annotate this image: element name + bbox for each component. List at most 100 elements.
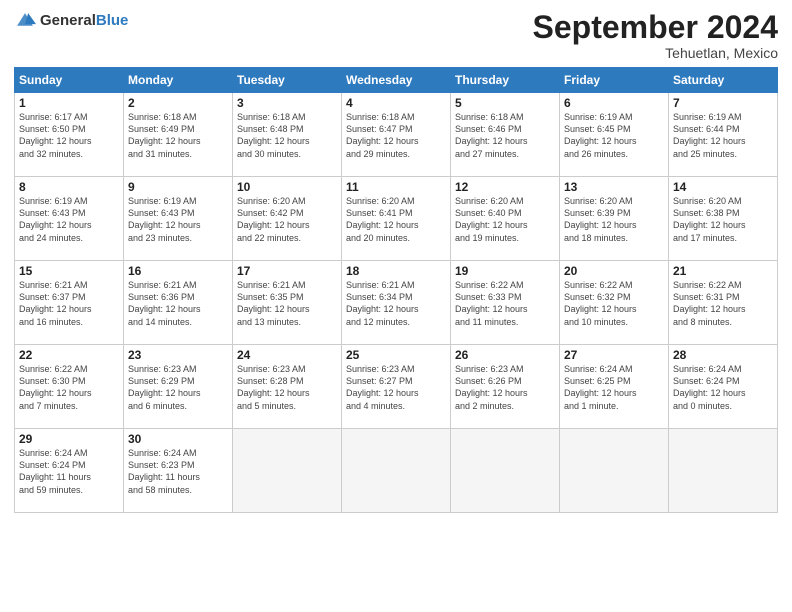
page-container: GeneralBlue September 2024 Tehuetlan, Me…	[0, 0, 792, 519]
day-info: Sunrise: 6:18 AMSunset: 6:47 PMDaylight:…	[346, 112, 419, 158]
day-number: 26	[455, 348, 555, 362]
day-info: Sunrise: 6:21 AMSunset: 6:34 PMDaylight:…	[346, 280, 419, 326]
table-row: 5 Sunrise: 6:18 AMSunset: 6:46 PMDaylight…	[451, 93, 560, 177]
table-row: 22 Sunrise: 6:22 AMSunset: 6:30 PMDayligh…	[15, 345, 124, 429]
day-number: 2	[128, 96, 228, 110]
day-number: 23	[128, 348, 228, 362]
day-info: Sunrise: 6:24 AMSunset: 6:24 PMDaylight:…	[673, 364, 746, 410]
day-info: Sunrise: 6:21 AMSunset: 6:35 PMDaylight:…	[237, 280, 310, 326]
table-row: 9 Sunrise: 6:19 AMSunset: 6:43 PMDaylight…	[124, 177, 233, 261]
table-row: 14Sunrise: 6:20 AMSunset: 6:38 PMDayligh…	[669, 177, 778, 261]
day-number: 20	[564, 264, 664, 278]
day-number: 22	[19, 348, 119, 362]
table-row: 16 Sunrise: 6:21 AMSunset: 6:36 PMDayligh…	[124, 261, 233, 345]
day-info: Sunrise: 6:20 AMSunset: 6:39 PMDaylight:…	[564, 196, 637, 242]
table-row	[669, 429, 778, 513]
day-info: Sunrise: 6:19 AMSunset: 6:43 PMDaylight:…	[19, 196, 92, 242]
day-number: 30	[128, 432, 228, 446]
day-info: Sunrise: 6:20 AMSunset: 6:41 PMDaylight:…	[346, 196, 419, 242]
table-row: 25Sunrise: 6:23 AMSunset: 6:27 PMDayligh…	[342, 345, 451, 429]
day-number: 11	[346, 180, 446, 194]
table-row: 26 Sunrise: 6:23 AMSunset: 6:26 PMDayligh…	[451, 345, 560, 429]
table-row: 10Sunrise: 6:20 AMSunset: 6:42 PMDayligh…	[233, 177, 342, 261]
day-number: 25	[346, 348, 446, 362]
table-row: 28 Sunrise: 6:24 AMSunset: 6:24 PMDayligh…	[669, 345, 778, 429]
table-row: 30 Sunrise: 6:24 AMSunset: 6:23 PMDayligh…	[124, 429, 233, 513]
table-row	[342, 429, 451, 513]
day-number: 29	[19, 432, 119, 446]
table-row: 29 Sunrise: 6:24 AMSunset: 6:24 PMDayligh…	[15, 429, 124, 513]
day-info: Sunrise: 6:18 AMSunset: 6:49 PMDaylight:…	[128, 112, 201, 158]
table-row: 24 Sunrise: 6:23 AMSunset: 6:28 PMDayligh…	[233, 345, 342, 429]
month-title: September 2024	[533, 10, 778, 45]
col-friday: Friday	[560, 68, 669, 93]
day-number: 4	[346, 96, 446, 110]
day-number: 6	[564, 96, 664, 110]
col-saturday: Saturday	[669, 68, 778, 93]
logo-blue: Blue	[96, 12, 129, 29]
day-number: 18	[346, 264, 446, 278]
day-number: 17	[237, 264, 337, 278]
calendar-week-row: 15 Sunrise: 6:21 AMSunset: 6:37 PMDayligh…	[15, 261, 778, 345]
title-block: September 2024 Tehuetlan, Mexico	[533, 10, 778, 61]
day-info: Sunrise: 6:18 AMSunset: 6:46 PMDaylight:…	[455, 112, 528, 158]
calendar-week-row: 1Sunrise: 6:17 AMSunset: 6:50 PMDaylight…	[15, 93, 778, 177]
day-number: 13	[564, 180, 664, 194]
calendar-week-row: 8 Sunrise: 6:19 AMSunset: 6:43 PMDaylight…	[15, 177, 778, 261]
day-number: 12	[455, 180, 555, 194]
table-row: 15 Sunrise: 6:21 AMSunset: 6:37 PMDayligh…	[15, 261, 124, 345]
table-row	[451, 429, 560, 513]
day-number: 19	[455, 264, 555, 278]
calendar-week-row: 29 Sunrise: 6:24 AMSunset: 6:24 PMDayligh…	[15, 429, 778, 513]
day-number: 28	[673, 348, 773, 362]
calendar-table: Sunday Monday Tuesday Wednesday Thursday…	[14, 67, 778, 513]
day-info: Sunrise: 6:19 AMSunset: 6:45 PMDaylight:…	[564, 112, 637, 158]
day-info: Sunrise: 6:17 AMSunset: 6:50 PMDaylight:…	[19, 112, 92, 158]
col-tuesday: Tuesday	[233, 68, 342, 93]
day-number: 16	[128, 264, 228, 278]
day-number: 7	[673, 96, 773, 110]
day-info: Sunrise: 6:22 AMSunset: 6:33 PMDaylight:…	[455, 280, 528, 326]
day-info: Sunrise: 6:22 AMSunset: 6:30 PMDaylight:…	[19, 364, 92, 410]
day-info: Sunrise: 6:24 AMSunset: 6:23 PMDaylight:…	[128, 448, 200, 494]
table-row: 27 Sunrise: 6:24 AMSunset: 6:25 PMDayligh…	[560, 345, 669, 429]
logo-icon	[14, 10, 36, 32]
table-row: 8 Sunrise: 6:19 AMSunset: 6:43 PMDaylight…	[15, 177, 124, 261]
table-row: 12 Sunrise: 6:20 AMSunset: 6:40 PMDayligh…	[451, 177, 560, 261]
day-info: Sunrise: 6:22 AMSunset: 6:32 PMDaylight:…	[564, 280, 637, 326]
day-info: Sunrise: 6:21 AMSunset: 6:37 PMDaylight:…	[19, 280, 92, 326]
day-number: 21	[673, 264, 773, 278]
day-info: Sunrise: 6:19 AMSunset: 6:43 PMDaylight:…	[128, 196, 201, 242]
day-info: Sunrise: 6:21 AMSunset: 6:36 PMDaylight:…	[128, 280, 201, 326]
day-info: Sunrise: 6:20 AMSunset: 6:40 PMDaylight:…	[455, 196, 528, 242]
day-number: 24	[237, 348, 337, 362]
table-row: 3 Sunrise: 6:18 AMSunset: 6:48 PMDaylight…	[233, 93, 342, 177]
day-number: 15	[19, 264, 119, 278]
day-number: 3	[237, 96, 337, 110]
col-thursday: Thursday	[451, 68, 560, 93]
table-row: 21 Sunrise: 6:22 AMSunset: 6:31 PMDayligh…	[669, 261, 778, 345]
logo-text: GeneralBlue	[40, 12, 128, 30]
location-title: Tehuetlan, Mexico	[533, 45, 778, 61]
table-row: 20 Sunrise: 6:22 AMSunset: 6:32 PMDayligh…	[560, 261, 669, 345]
day-number: 14	[673, 180, 773, 194]
table-row: 13 Sunrise: 6:20 AMSunset: 6:39 PMDayligh…	[560, 177, 669, 261]
col-wednesday: Wednesday	[342, 68, 451, 93]
day-info: Sunrise: 6:23 AMSunset: 6:29 PMDaylight:…	[128, 364, 201, 410]
header: GeneralBlue September 2024 Tehuetlan, Me…	[14, 10, 778, 61]
day-info: Sunrise: 6:22 AMSunset: 6:31 PMDaylight:…	[673, 280, 746, 326]
table-row: 17 Sunrise: 6:21 AMSunset: 6:35 PMDayligh…	[233, 261, 342, 345]
table-row	[560, 429, 669, 513]
day-info: Sunrise: 6:20 AMSunset: 6:42 PMDaylight:…	[237, 196, 310, 242]
day-info: Sunrise: 6:23 AMSunset: 6:28 PMDaylight:…	[237, 364, 310, 410]
day-info: Sunrise: 6:23 AMSunset: 6:26 PMDaylight:…	[455, 364, 528, 410]
day-number: 8	[19, 180, 119, 194]
day-info: Sunrise: 6:18 AMSunset: 6:48 PMDaylight:…	[237, 112, 310, 158]
day-info: Sunrise: 6:24 AMSunset: 6:24 PMDaylight:…	[19, 448, 91, 494]
day-number: 5	[455, 96, 555, 110]
col-monday: Monday	[124, 68, 233, 93]
day-info: Sunrise: 6:24 AMSunset: 6:25 PMDaylight:…	[564, 364, 637, 410]
day-number: 9	[128, 180, 228, 194]
logo-general: General	[40, 12, 96, 29]
day-number: 27	[564, 348, 664, 362]
